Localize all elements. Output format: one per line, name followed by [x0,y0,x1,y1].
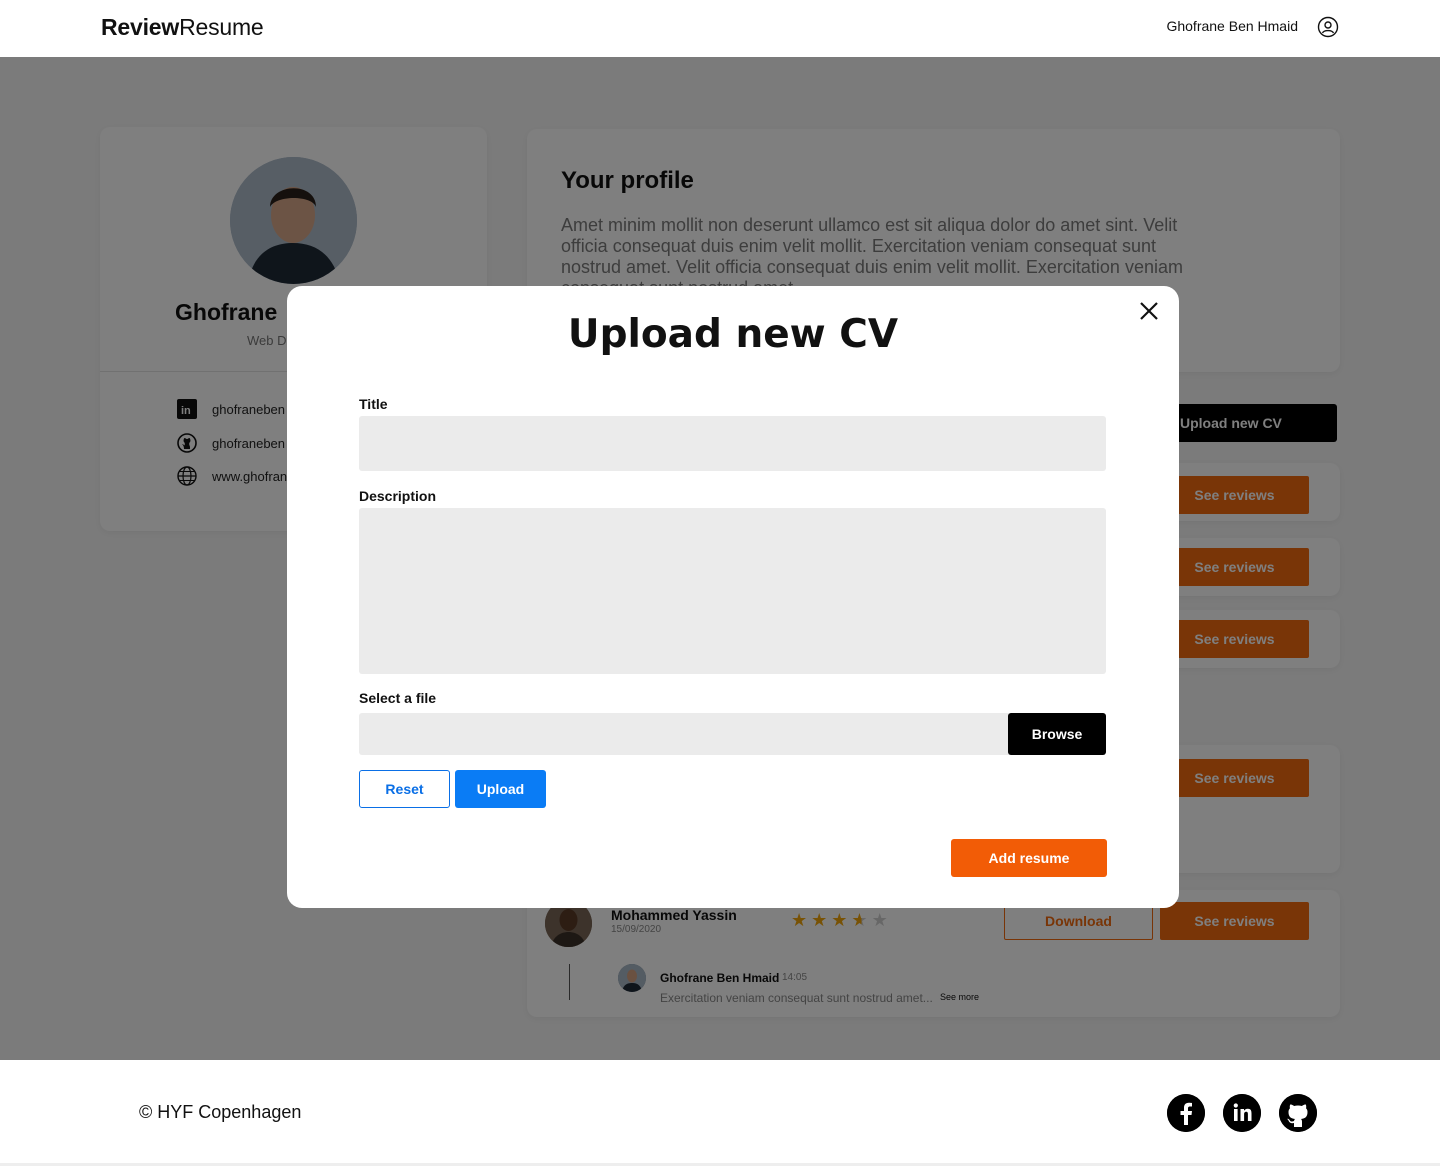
logo[interactable]: ReviewResume [101,14,264,41]
reset-button[interactable]: Reset [359,770,450,808]
description-textarea[interactable] [359,508,1106,674]
header-user-name[interactable]: Ghofrane Ben Hmaid [1166,18,1298,34]
facebook-icon[interactable] [1167,1094,1205,1132]
title-label: Title [359,396,388,412]
footer: © HYF Copenhagen [0,1060,1440,1166]
linkedin-icon[interactable] [1223,1094,1261,1132]
upload-button[interactable]: Upload [455,770,546,808]
logo-bold: Review [101,14,180,40]
modal-title: Upload new CV [567,312,899,357]
copyright-text: © HYF Copenhagen [139,1102,302,1122]
description-label: Description [359,488,437,504]
user-circle-icon[interactable] [1317,16,1339,38]
file-path-input[interactable] [359,713,1009,755]
upload-cv-modal: Upload new CV Title Description Select a… [287,286,1179,908]
browse-button[interactable]: Browse [1008,713,1106,755]
title-input[interactable] [359,416,1106,471]
logo-light: Resume [179,14,264,40]
github-icon[interactable] [1279,1094,1317,1132]
file-label: Select a file [359,690,437,706]
add-resume-button[interactable]: Add resume [951,839,1107,877]
top-navbar: ReviewResume Ghofrane Ben Hmaid [0,0,1440,57]
